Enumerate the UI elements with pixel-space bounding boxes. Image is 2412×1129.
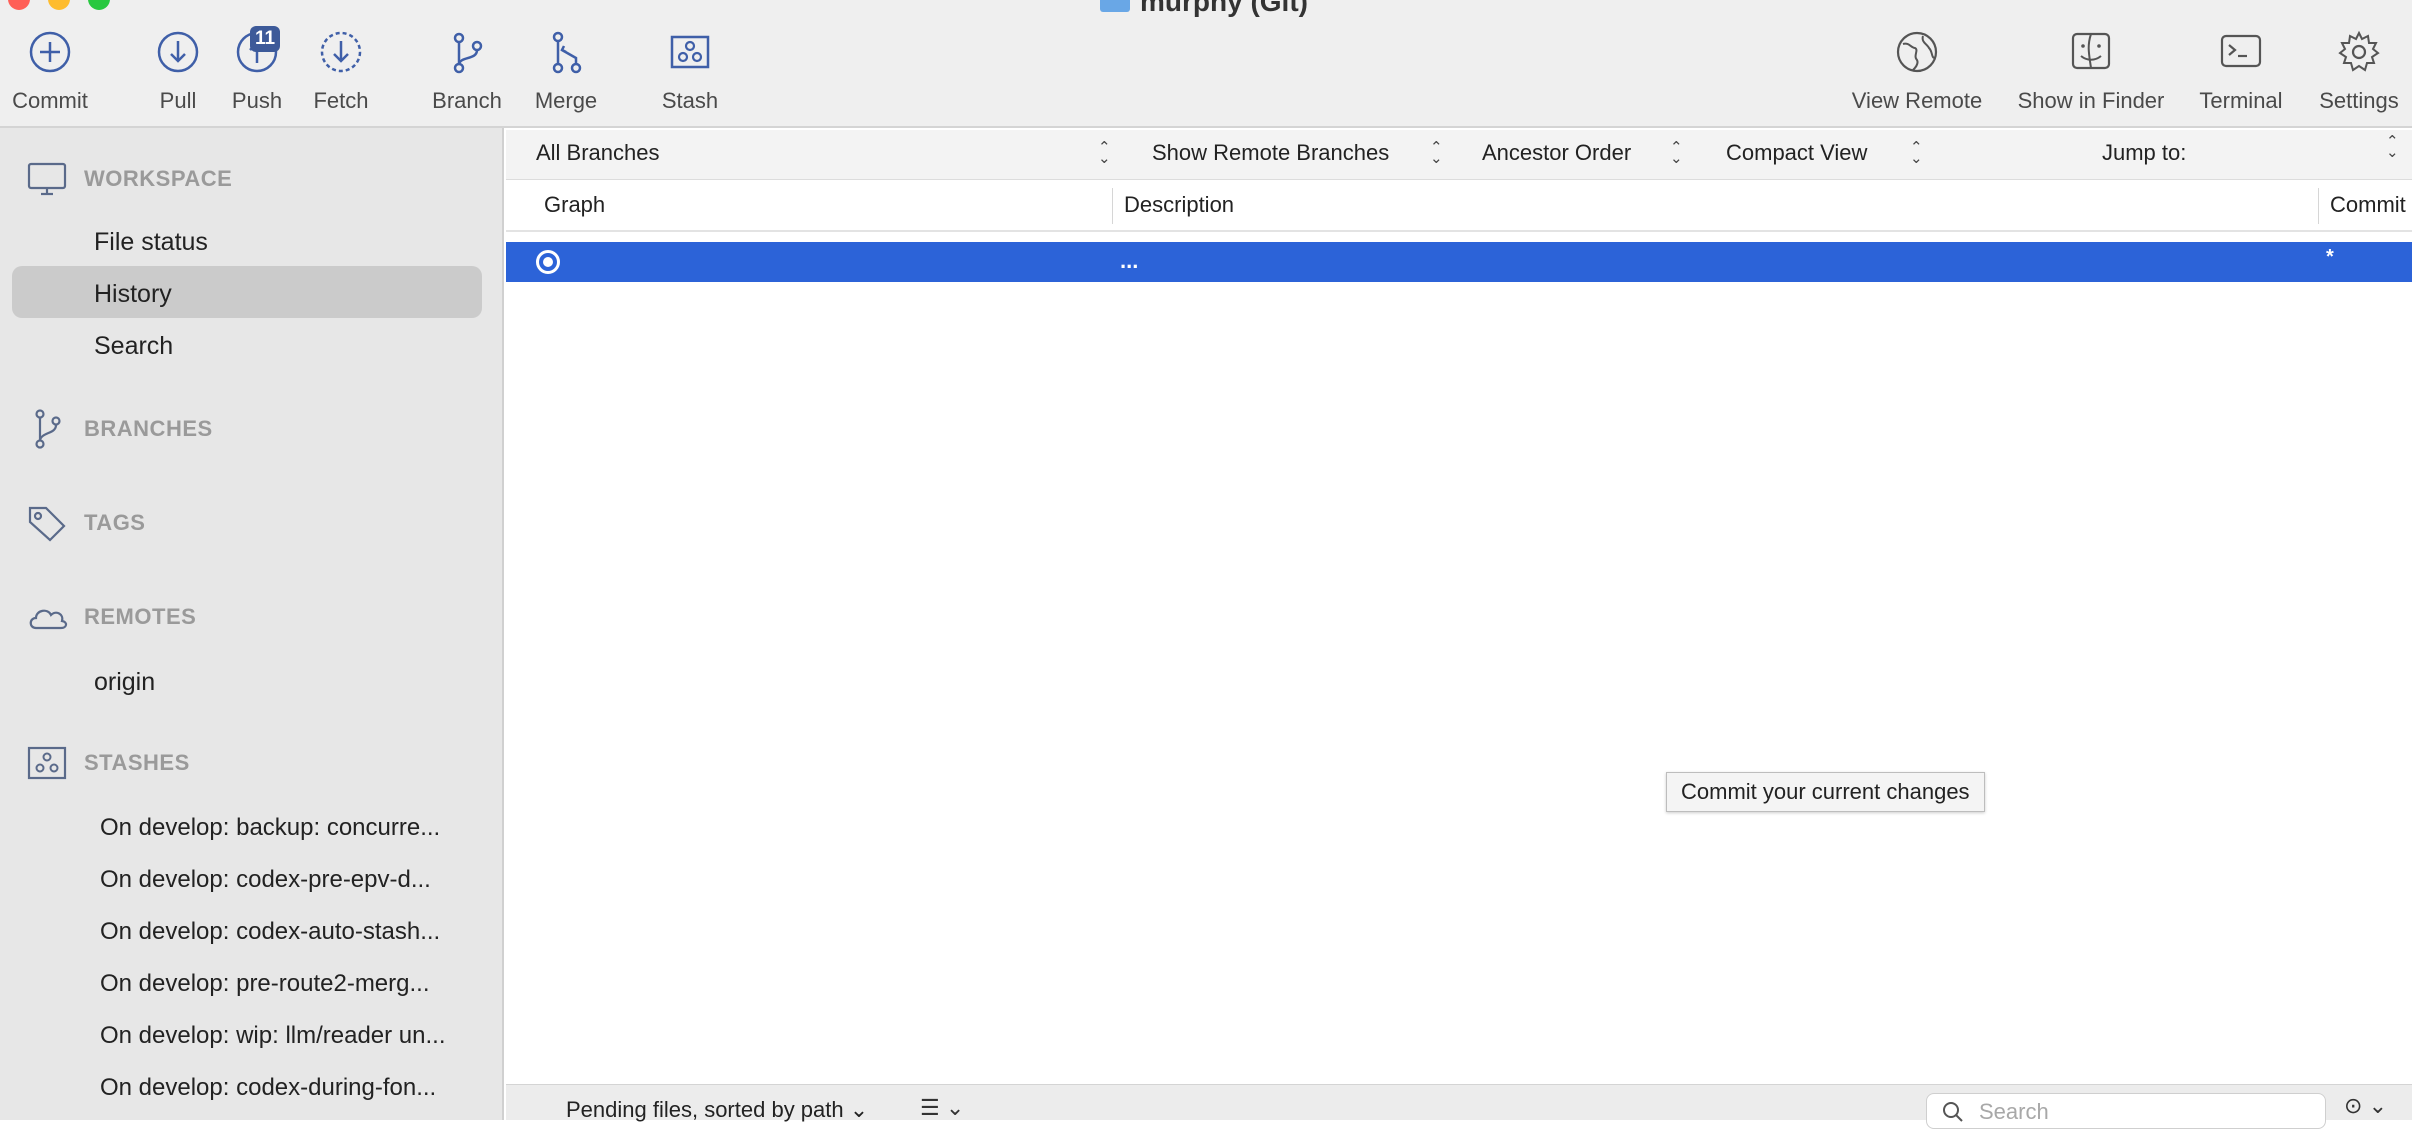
stash-item[interactable]: On develop: wip: llm/reader un... [100, 1022, 480, 1050]
updown-chevron-icon: ⌃ ⌄ [1910, 139, 1923, 167]
stash-icon [27, 746, 67, 780]
column-header-commit[interactable]: Commit [2330, 192, 2406, 218]
column-header-description[interactable]: Description [1124, 192, 1234, 218]
window-title: murphy (Git) [1100, 0, 1308, 18]
sidebar-item-history[interactable]: History [94, 280, 172, 309]
pending-files-sort-menu[interactable]: Pending files, sorted by path ⌄ [566, 1097, 868, 1123]
fetch-button[interactable]: Fetch [306, 28, 376, 114]
ellipsis-circle-icon: ⊙ [2344, 1093, 2363, 1118]
pull-button[interactable]: Pull [148, 28, 208, 114]
sidebar: WORKSPACE File status History Search BRA… [0, 128, 504, 1120]
zoom-window-button[interactable] [88, 0, 110, 10]
finder-icon [2071, 32, 2111, 70]
list-view-menu[interactable]: ☰ ⌄ [920, 1095, 964, 1121]
terminal-button[interactable]: Terminal [2194, 28, 2288, 114]
tags-section-header[interactable]: TAGS [26, 502, 145, 544]
branch-icon [453, 32, 483, 74]
file-search-field[interactable] [1926, 1093, 2326, 1129]
view-mode-select[interactable]: Compact View [1726, 140, 1867, 166]
chevron-down-icon: ⌄ [849, 1097, 869, 1122]
branch-button[interactable]: Branch [428, 28, 506, 114]
updown-chevron-icon: ⌃ ⌄ [1430, 139, 1443, 167]
row-description: ... [1120, 248, 1139, 273]
sidebar-selection-highlight [12, 266, 482, 318]
folder-icon [1100, 0, 1130, 12]
tag-icon [28, 506, 66, 542]
search-icon [1943, 1102, 1963, 1122]
graph-node-icon [536, 250, 560, 274]
history-filter-bar: All Branches ⌃ ⌄ Show Remote Branches ⌃ ⌄ … [506, 130, 2412, 180]
jump-to-select[interactable]: Jump to: [2102, 140, 2186, 166]
sidebar-item-origin[interactable]: origin [94, 668, 155, 697]
chevron-down-icon: ⌄ [945, 1095, 965, 1120]
branch-filter-select[interactable]: All Branches [536, 140, 660, 166]
commit-tooltip: Commit your current changes [1666, 772, 1985, 812]
order-select[interactable]: Ancestor Order [1482, 140, 1631, 166]
search-input[interactable] [1977, 1098, 2307, 1126]
history-row-uncommitted[interactable]: ... * [506, 242, 2412, 282]
sidebar-item-search[interactable]: Search [94, 332, 173, 361]
arrow-down-circle-icon [157, 31, 199, 73]
minimize-window-button[interactable] [48, 0, 70, 10]
close-window-button[interactable] [8, 0, 30, 10]
show-in-finder-button[interactable]: Show in Finder [2012, 28, 2170, 114]
terminal-icon [2220, 34, 2262, 68]
column-header-graph[interactable]: Graph [544, 192, 605, 218]
merge-button[interactable]: Merge [528, 28, 604, 114]
sidebar-item-file-status[interactable]: File status [94, 228, 208, 257]
stash-item[interactable]: On develop: codex-pre-epv-d... [100, 866, 480, 894]
column-divider[interactable] [2318, 188, 2319, 224]
updown-chevron-icon: ⌃ ⌄ [1670, 139, 1683, 167]
branch-icon [35, 409, 61, 449]
workspace-section-header[interactable]: WORKSPACE [26, 158, 232, 200]
commit-button[interactable]: Commit [4, 28, 96, 114]
push-button[interactable]: 11 Push [226, 26, 288, 114]
more-options-menu[interactable]: ⊙ ⌄ [2344, 1093, 2387, 1119]
cloud-icon [29, 609, 68, 630]
view-remote-button[interactable]: View Remote [1844, 28, 1990, 114]
remote-branches-select[interactable]: Show Remote Branches [1152, 140, 1389, 166]
push-count-badge: 11 [250, 26, 281, 52]
stash-button[interactable]: Stash [652, 28, 728, 114]
updown-chevron-icon: ⌃ ⌄ [1098, 139, 1111, 167]
stashes-section-header[interactable]: STASHES [26, 742, 190, 784]
toolbar: murphy (Git) Commit Pull 11 Push Fetch B… [0, 0, 2412, 128]
stash-item[interactable]: On develop: codex-auto-stash... [100, 918, 480, 946]
settings-button[interactable]: Settings [2312, 28, 2406, 114]
stash-item[interactable]: On develop: backup: concurre... [100, 814, 480, 842]
column-divider[interactable] [1112, 188, 1113, 224]
updown-chevron-icon: ⌃ ⌄ [2386, 133, 2399, 161]
monitor-icon [27, 162, 67, 196]
stash-item[interactable]: On develop: pre-route2-merg... [100, 970, 480, 998]
gear-icon [2338, 30, 2380, 72]
stash-item[interactable]: On develop: codex-during-fon... [100, 1074, 480, 1102]
history-column-headers: Graph Description Commit [506, 180, 2412, 232]
stash-icon [670, 35, 710, 69]
chevron-down-icon: ⌄ [2368, 1093, 2387, 1118]
dashed-arrow-down-circle-icon [320, 31, 362, 73]
merge-icon [552, 31, 582, 74]
row-commit: * [2326, 246, 2334, 268]
branches-section-header[interactable]: BRANCHES [26, 408, 213, 450]
list-icon: ☰ [920, 1095, 940, 1120]
globe-icon [1896, 31, 1938, 73]
file-pane-bar: Pending files, sorted by path ⌄ ☰ ⌄ ⊙ ⌄ [506, 1084, 2412, 1129]
plus-circle-icon [29, 31, 71, 73]
remotes-section-header[interactable]: REMOTES [26, 596, 196, 638]
